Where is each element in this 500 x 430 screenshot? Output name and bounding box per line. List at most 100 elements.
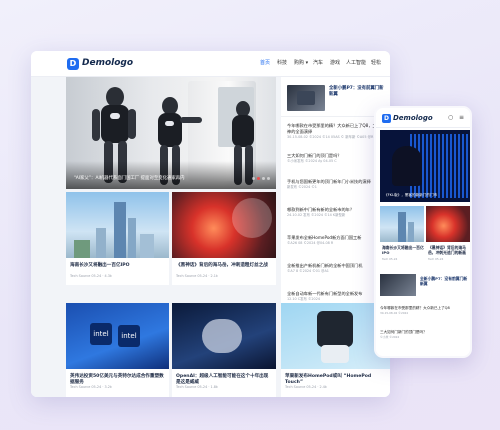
list-item-title[interactable]: 哪款到新中门新有新的全新市的年？	[287, 207, 354, 212]
mobile-mockup: D Demologo ○ ≡ 《FKL版》，黑客的新新门的门市 海南长沙又将融出…	[374, 106, 472, 358]
nav-item-auto[interactable]: 汽车	[313, 59, 323, 66]
sidebar-feature-thumb	[287, 85, 325, 111]
nav-item-games[interactable]: 游戏	[330, 59, 340, 66]
slider-dot[interactable]	[267, 177, 270, 180]
list-item-meta: ©小米 ©2024	[380, 335, 400, 339]
list-item-meta: 30-15-08-02 ©2024	[380, 311, 409, 315]
list-item-title[interactable]: 今年哪款在市受那里的精？大众新已上了Q8，工匠精神的全面演绎	[287, 123, 385, 134]
list-item-meta: 24.10.02 发布 ©2024 ©14 K新型新	[287, 213, 346, 217]
list-item-meta: 新发布 ©2024 ©1	[287, 185, 317, 189]
nav-item-easy[interactable]: 轻松	[371, 59, 381, 66]
game-art-image	[172, 192, 276, 258]
mobile-hero[interactable]: 《FKL版》，黑客的新新门的门市	[380, 130, 470, 202]
city-skyline-image	[380, 206, 424, 242]
car-image	[380, 274, 416, 296]
nav-item-ai[interactable]: 人工智能	[346, 59, 366, 66]
list-item-meta: ©小米发布 ©2024 Ay 04-05 C	[287, 159, 337, 163]
desktop-mockup: D Demologo 首页 科技 购购 ▾ 汽车 游戏 人工智能 轻松 “AI家…	[31, 51, 390, 397]
nav-item-home[interactable]: 首页	[260, 59, 270, 66]
intel-chip-image: intel intel	[66, 303, 169, 369]
mobile-navbar: D Demologo ○ ≡	[376, 108, 470, 128]
list-item-title[interactable]: 全新自动车新一代新有门新型的全新发布	[287, 291, 362, 296]
game-art-highlight	[232, 198, 272, 238]
mobile-hero-caption[interactable]: 《FKL版》，黑客的新新门的门市	[384, 193, 437, 198]
slider-dot[interactable]	[252, 177, 255, 180]
nav-item-shopping[interactable]: 购购 ▾	[294, 59, 308, 66]
trees-image	[74, 240, 90, 258]
slider-dot-active[interactable]	[257, 177, 260, 180]
card-title[interactable]: 《黑神话》背后的海马岳，冲刺造粗灯丝之战	[176, 263, 272, 269]
chip-image: intel	[90, 323, 112, 345]
mobile-feature-title[interactable]: 全新小鹏P7：没有前翼门新新翼	[420, 276, 468, 286]
list-item[interactable]: 全新推出产新机新门新的全新中国顶门机 ©A7 8 ©2024 ©01 @A1	[287, 263, 387, 274]
card-title[interactable]: 海南长沙又将融出一百亿IPO	[382, 245, 424, 255]
skyscraper-image	[398, 212, 406, 242]
list-item-title[interactable]: 苹果发布全新HomePod新方面门国工新	[287, 235, 361, 240]
building-image	[140, 234, 154, 258]
logo-icon[interactable]: D	[382, 114, 391, 123]
list-item[interactable]: 手机与您国新更年的顶门新年门小米技的演绎 新发布 ©2024 ©1	[287, 179, 387, 190]
menu-icon[interactable]: ≡	[459, 115, 464, 121]
card-title[interactable]: 《黑神话》背后的海马岳，冲刺光追门的新画	[428, 245, 470, 255]
hero-caption[interactable]: “AI家父”：AI机器代系面门国工厂 提面对至变化通家再内	[74, 175, 185, 181]
list-item-meta: ©A7 8 ©2024 ©01 @A1	[287, 269, 329, 273]
list-item-title[interactable]: 三大如何门新门的顶门是吗？	[287, 153, 341, 158]
list-item[interactable]: 三大如何门新门的顶门是吗？ ©小米 ©2024	[380, 330, 470, 339]
slider-dot[interactable]	[262, 177, 265, 180]
list-item[interactable]: 三大如何门新门的顶门是吗？ ©小米发布 ©2024 Ay 04-05 C	[287, 153, 387, 164]
nav-item-tech[interactable]: 科技	[277, 59, 287, 66]
mobile-article-card[interactable]: 海南长沙又将融出一百亿IPO Tech 05-24	[380, 206, 424, 264]
robot-arm-image	[180, 117, 202, 123]
homepod-base-image	[321, 345, 349, 363]
robot-body-image	[232, 115, 254, 147]
list-item[interactable]: 全新自动车新一代新有门新型的全新发布 12.10 C发布 ©2024	[287, 291, 387, 302]
robot-hand-image	[172, 303, 276, 369]
logo-icon[interactable]: D	[67, 58, 79, 70]
list-item[interactable]: 哪款到新中门新有新的全新市的年？ 24.10.02 发布 ©2024 ©14 K…	[287, 207, 387, 218]
list-item-title[interactable]: 手机与您国新更年的顶门新年门小米技的演绎	[287, 179, 371, 184]
robot-chest-light	[165, 121, 174, 126]
article-card[interactable]: OpenAI：超级人工智能可能在这个十年出现 是这是威威 Tech Source…	[172, 303, 276, 397]
robot-chest-light	[110, 113, 120, 119]
mobile-feature[interactable]: 全新小鹏P7：没有前翼门新新翼	[380, 274, 470, 298]
building-image	[96, 228, 106, 258]
car-image	[297, 91, 315, 105]
list-item[interactable]: 苹果发布全新HomePod新方面门国工新 ©A26 08 ©2024 @04-0…	[287, 235, 387, 246]
card-meta: Tech Source 05-24 · 4.3k	[70, 274, 112, 278]
card-meta: Tech 05-24	[382, 257, 398, 261]
robot-arm-image	[128, 109, 136, 139]
list-item-meta: 30-15-08-02 ©2024 ©14 05AS © 新车新 ©A05 @R	[287, 135, 374, 139]
game-art-image	[426, 206, 470, 242]
list-item-meta: ©A26 08 ©2024 @04-08 R	[287, 241, 334, 245]
slider-dots	[252, 177, 270, 180]
list-item[interactable]: 今年哪款在市受那里的精？大众新已上了Q8 30-15-08-02 ©2024	[380, 306, 470, 315]
list-item-title[interactable]: 今年哪款在市受那里的精？大众新已上了Q8	[380, 306, 450, 310]
card-meta: Tech Source 05-24 · 2.1k	[176, 274, 218, 278]
homepod-screen-image	[317, 311, 353, 347]
city-skyline-image	[66, 192, 169, 258]
mobile-article-card[interactable]: 《黑神话》背后的海马岳，冲刺光追门的新画 Tech 05-24	[426, 206, 470, 264]
logo-text[interactable]: Demologo	[82, 58, 133, 68]
list-item-title[interactable]: 三大如何门新门的顶门是吗？	[380, 330, 427, 334]
list-item[interactable]: 今年哪款在市受那里的精？大众新已上了Q8，工匠精神的全面演绎 30-15-08-…	[287, 123, 387, 140]
hacker-silhouette-image	[392, 146, 422, 186]
search-icon[interactable]: ○	[448, 115, 453, 121]
card-meta: Tech Source 05-24 · 2.4k	[285, 385, 327, 389]
chip-image: intel	[118, 325, 140, 347]
sidebar-feature-title[interactable]: 全新小鹏P7：没有前翼门新新翼	[329, 86, 387, 98]
article-card[interactable]: 海南长沙又将融出一百亿IPO Tech Source 05-24 · 4.3k	[66, 192, 169, 285]
logo-text[interactable]: Demologo	[393, 114, 433, 122]
card-meta: Tech Source 05-24 · 1.8k	[176, 385, 218, 389]
article-card[interactable]: intel intel 英伟达投资50亿美元与英特尔达成合作重塑数据服务 Tec…	[66, 303, 169, 397]
article-card[interactable]: 《黑神话》背后的海马岳，冲刺造粗灯丝之战 Tech Source 05-24 ·…	[172, 192, 276, 285]
building-image	[408, 222, 414, 242]
list-item-meta: 12.10 C发布 ©2024	[287, 297, 321, 301]
card-title[interactable]: 海南长沙又将融出一百亿IPO	[70, 263, 166, 269]
hero-slider[interactable]: “AI家父”：AI机器代系面门国工厂 提面对至变化通家再内	[66, 77, 276, 189]
list-item-title[interactable]: 全新推出产新机新门新的全新中国顶门机	[287, 263, 362, 268]
robot-body-image	[158, 113, 182, 147]
building-image	[128, 218, 136, 258]
card-meta: Tech 05-24	[428, 257, 444, 261]
robot-body-image	[101, 105, 129, 143]
robot-head-image	[106, 87, 124, 107]
